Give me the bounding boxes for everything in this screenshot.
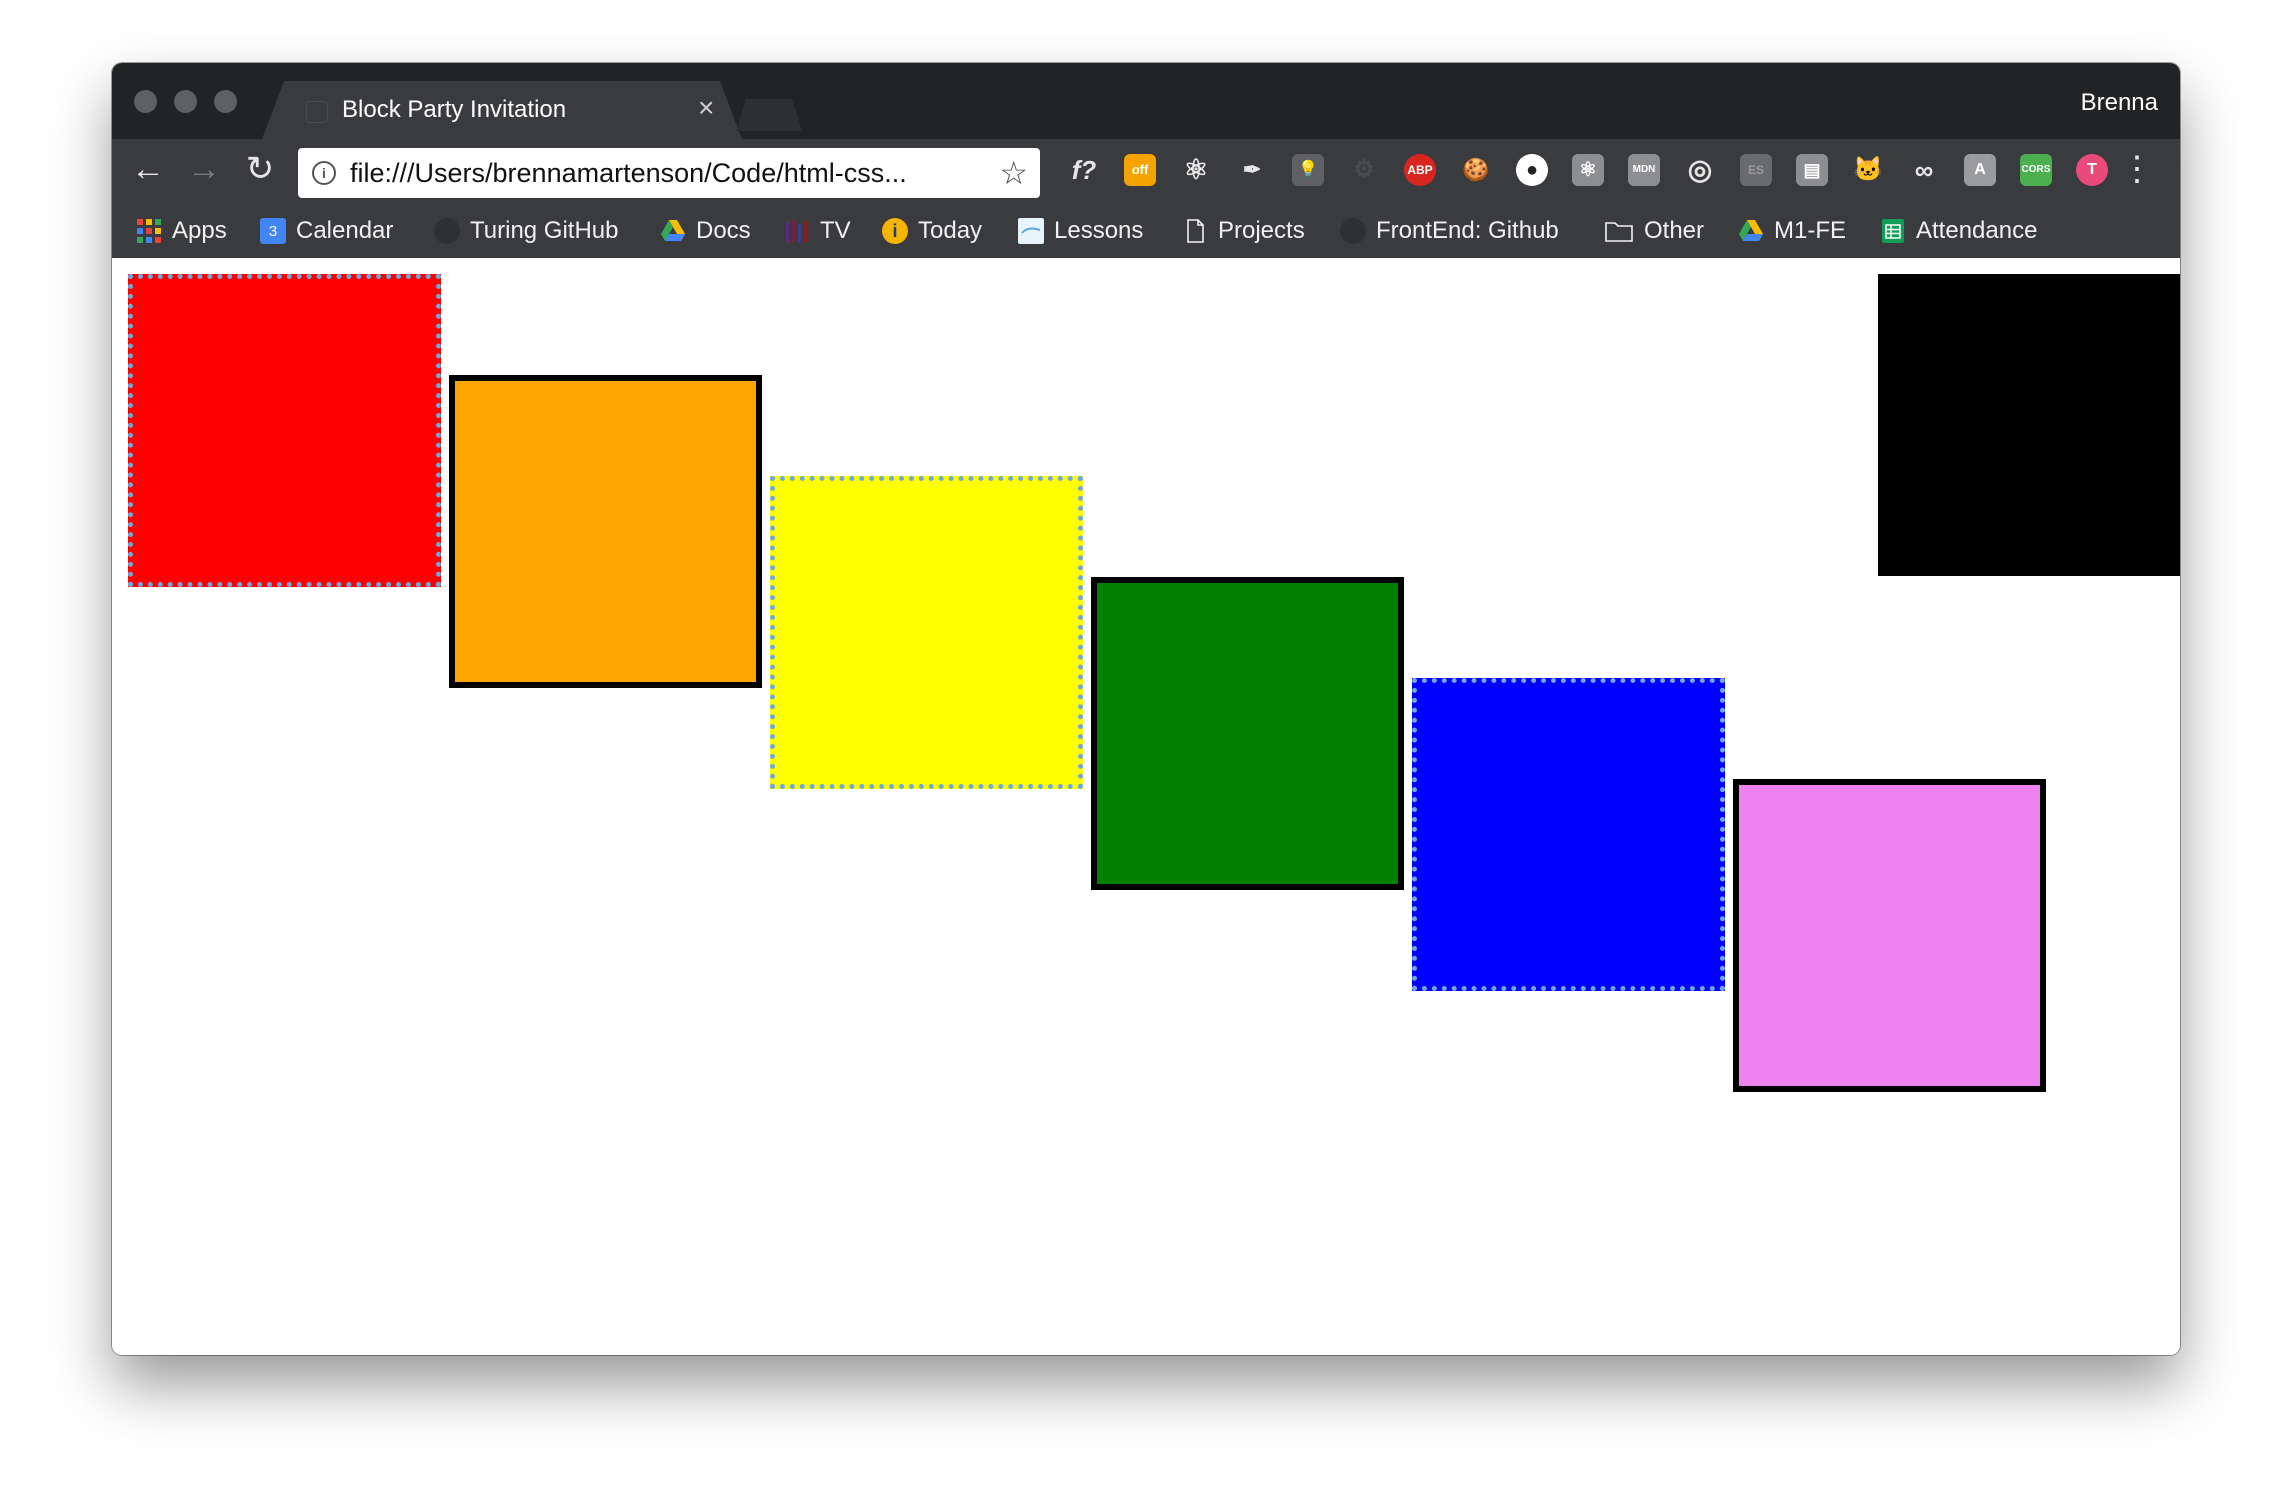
url-text[interactable]: file:///Users/brennamartenson/Code/html-… bbox=[350, 158, 907, 189]
bookmark-label: Calendar bbox=[296, 217, 394, 244]
violet-block bbox=[1733, 779, 2046, 1092]
bookmark-apps[interactable]: Apps bbox=[136, 216, 227, 246]
bookmark-label: FrontEnd: Github bbox=[1376, 217, 1559, 244]
off-badge-icon[interactable]: off bbox=[1124, 154, 1156, 186]
zoom-window-button[interactable] bbox=[214, 90, 237, 113]
target-icon[interactable]: ◎ bbox=[1684, 154, 1716, 186]
circle-icon[interactable]: ● bbox=[1516, 154, 1548, 186]
toolbar: ← → ↻ i file:///Users/brennamartenson/Co… bbox=[112, 139, 2180, 202]
address-bar[interactable]: i file:///Users/brennamartenson/Code/htm… bbox=[298, 148, 1040, 198]
react-icon[interactable]: ⚛ bbox=[1180, 154, 1212, 186]
es-icon[interactable]: ES bbox=[1740, 154, 1772, 186]
tampermonkey-icon[interactable]: T bbox=[2076, 154, 2108, 186]
bookmark-label: Other bbox=[1644, 217, 1705, 244]
react-devtools-icon[interactable]: ⚛ bbox=[1572, 154, 1604, 186]
menu-dots-icon[interactable]: ⋮ bbox=[2120, 149, 2154, 189]
bookmark-lessons[interactable]: Lessons bbox=[1018, 216, 1143, 246]
bookmark-attendance[interactable]: Attendance bbox=[1880, 216, 2037, 246]
mdn-icon[interactable]: MDN bbox=[1628, 154, 1660, 186]
back-arrow-icon[interactable]: ← bbox=[126, 147, 170, 191]
page-favicon-icon bbox=[306, 101, 328, 123]
font-icon[interactable]: A bbox=[1964, 154, 1996, 186]
minimize-window-button[interactable] bbox=[174, 90, 197, 113]
black-block bbox=[1878, 274, 2180, 576]
calendar-icon: 3 bbox=[260, 218, 286, 244]
title-bar: Block Party Invitation × Brenna bbox=[112, 63, 2180, 139]
bookmark-turing-github[interactable]: Turing GitHub bbox=[434, 216, 619, 246]
bookmark-today[interactable]: i Today bbox=[882, 216, 982, 246]
lessons-icon bbox=[1018, 218, 1044, 244]
new-tab-button[interactable] bbox=[736, 99, 802, 131]
orange-block bbox=[449, 375, 762, 688]
red-block bbox=[128, 274, 441, 587]
bookmark-other[interactable]: Other bbox=[1604, 216, 1704, 246]
cat-icon[interactable]: 🐱 bbox=[1852, 154, 1884, 186]
bookmark-label: M1-FE bbox=[1774, 217, 1846, 244]
bookmark-label: Projects bbox=[1218, 217, 1305, 244]
browser-window: Block Party Invitation × Brenna ← → ↻ i … bbox=[112, 63, 2180, 1355]
link-icon[interactable]: ∞ bbox=[1908, 154, 1940, 186]
bookmark-label: Today bbox=[918, 217, 983, 244]
active-tab[interactable]: Block Party Invitation × bbox=[262, 81, 742, 139]
profile-name[interactable]: Brenna bbox=[2081, 89, 2158, 117]
adblock-icon[interactable]: ABP bbox=[1404, 154, 1436, 186]
bookmark-docs[interactable]: Docs bbox=[660, 216, 751, 246]
reload-icon[interactable]: ↻ bbox=[238, 147, 282, 191]
document-icon bbox=[1182, 218, 1208, 244]
spreadsheet-icon bbox=[1880, 218, 1906, 244]
bookmark-m1-fe[interactable]: M1-FE bbox=[1738, 216, 1846, 246]
bookmark-star-icon[interactable]: ☆ bbox=[999, 154, 1028, 192]
forward-arrow-icon[interactable]: → bbox=[182, 147, 226, 191]
bookmark-label: Turing GitHub bbox=[470, 217, 619, 244]
tab-title: Block Party Invitation bbox=[342, 96, 567, 123]
cookie-icon[interactable]: 🍪 bbox=[1460, 154, 1492, 186]
github-icon bbox=[434, 218, 460, 244]
bookmark-label: Docs bbox=[696, 217, 751, 244]
bookmark-projects[interactable]: Projects bbox=[1182, 216, 1305, 246]
gear-icon[interactable]: ⚙ bbox=[1348, 154, 1380, 186]
bookmarks-bar: Apps 3 Calendar Turing GitHub Docs TV i … bbox=[112, 202, 2180, 258]
github-icon bbox=[1340, 218, 1366, 244]
page-content bbox=[112, 258, 2180, 1355]
blue-block bbox=[1412, 678, 1725, 991]
bookmark-label: Apps bbox=[172, 217, 227, 244]
bookmark-tv[interactable]: TV bbox=[784, 216, 851, 246]
google-drive-icon bbox=[1738, 218, 1764, 244]
google-drive-icon bbox=[660, 218, 686, 244]
cors-icon[interactable]: CORS bbox=[2020, 154, 2052, 186]
yellow-block bbox=[770, 476, 1083, 789]
tv-icon bbox=[784, 218, 810, 244]
pages-icon[interactable]: ▤ bbox=[1796, 154, 1828, 186]
today-icon: i bbox=[882, 218, 908, 244]
bookmark-label: Attendance bbox=[1916, 217, 2038, 244]
folder-icon bbox=[1604, 218, 1634, 244]
bookmark-label: TV bbox=[820, 217, 851, 244]
tab-close-icon[interactable]: × bbox=[698, 93, 714, 123]
apps-grid-icon bbox=[136, 218, 162, 244]
bookmark-calendar[interactable]: 3 Calendar bbox=[260, 216, 393, 246]
eyedropper-icon[interactable]: ✒ bbox=[1236, 154, 1268, 186]
fx-icon[interactable]: f? bbox=[1068, 154, 1100, 186]
site-info-icon[interactable]: i bbox=[312, 161, 336, 185]
bookmark-label: Lessons bbox=[1054, 217, 1144, 244]
close-window-button[interactable] bbox=[134, 90, 157, 113]
bookmark-frontend-github[interactable]: FrontEnd: Github bbox=[1340, 216, 1559, 246]
lightbulb-icon[interactable]: 💡 bbox=[1292, 154, 1324, 186]
green-block bbox=[1091, 577, 1404, 890]
